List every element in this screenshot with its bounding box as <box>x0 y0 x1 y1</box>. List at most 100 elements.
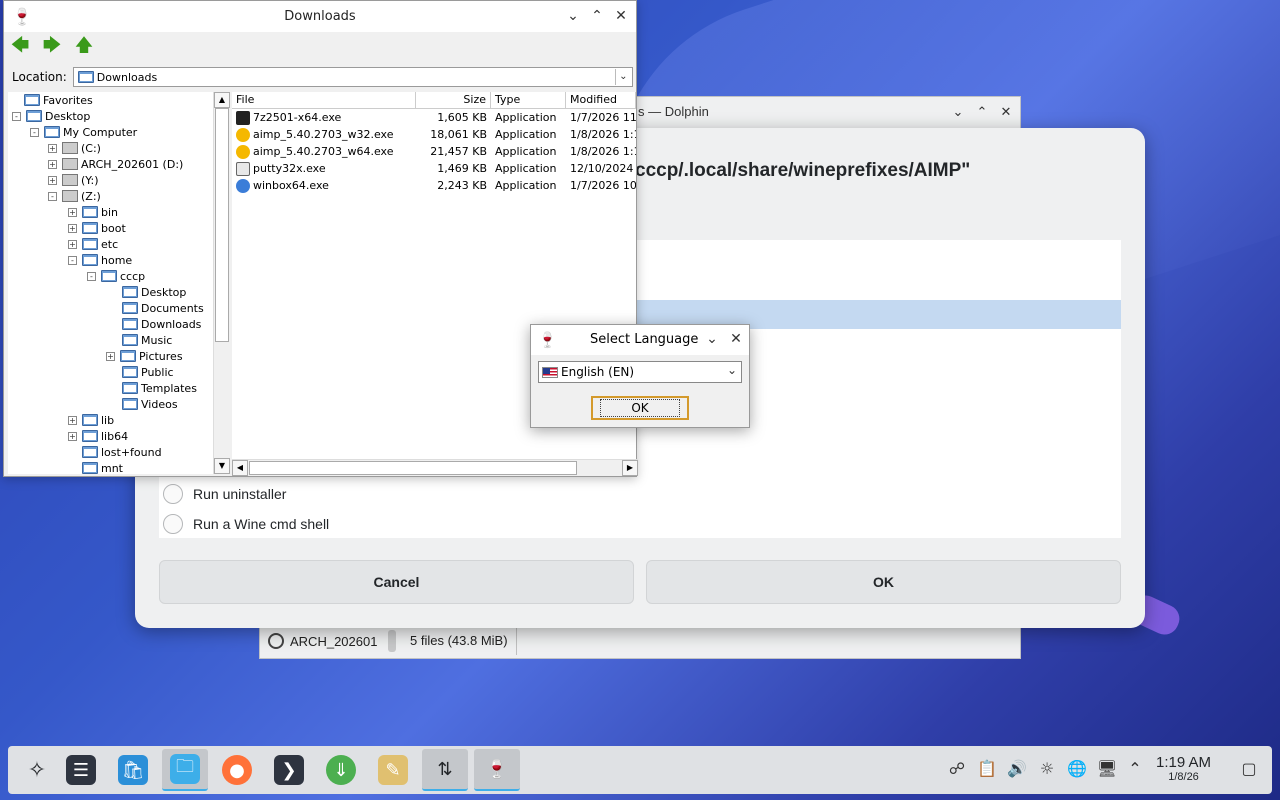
language-titlebar[interactable]: 🍷 Select Language ⌄ ✕ <box>531 325 749 355</box>
taskbar-wine[interactable]: 🍷 <box>474 749 520 791</box>
taskbar-winetricks[interactable]: ⇅ <box>422 749 468 791</box>
minimize-icon[interactable]: ⌄ <box>952 104 964 120</box>
kdeconnect-icon[interactable]: ☍ <box>946 759 968 778</box>
file-name-cell[interactable]: putty32x.exe <box>232 161 416 176</box>
file-row[interactable]: putty32x.exe 1,469 KB Application 12/10/202… <box>232 160 636 177</box>
tree-item[interactable]: + bin <box>68 204 118 220</box>
expand-icon[interactable]: + <box>48 143 57 153</box>
scroll-thumb[interactable] <box>249 461 577 475</box>
forward-arrow-icon[interactable]: 🡆 <box>42 33 62 63</box>
collapse-icon[interactable]: - <box>12 111 21 121</box>
display-icon[interactable]: 🖥 <box>1096 759 1118 778</box>
tree-item[interactable]: Favorites <box>24 92 93 108</box>
tree-item[interactable]: + etc <box>68 236 118 252</box>
splitter-handle[interactable] <box>388 630 396 652</box>
tree-item[interactable]: Templates <box>122 380 197 396</box>
minimize-icon[interactable]: ⌄ <box>705 331 719 347</box>
minimize-icon[interactable]: ⌄ <box>566 8 580 24</box>
tree-item[interactable]: Documents <box>122 300 204 316</box>
tree-item[interactable]: Downloads <box>122 316 201 332</box>
expand-icon[interactable]: + <box>68 239 77 249</box>
tree-item[interactable]: Music <box>122 332 172 348</box>
explorer-titlebar[interactable]: 🍷 Downloads ⌄ ⌃ ✕ <box>4 1 636 32</box>
tree-item[interactable]: - cccp <box>87 268 145 284</box>
show-desktop-icon[interactable]: ▢ <box>1238 759 1260 778</box>
close-icon[interactable]: ✕ <box>729 331 743 347</box>
app-launcher-button[interactable]: ✧ <box>14 749 60 791</box>
tree-item[interactable]: Public <box>122 364 174 380</box>
tree-item[interactable]: lost+found <box>82 444 162 460</box>
tree-item[interactable]: + ARCH_202601 (D:) <box>48 156 183 172</box>
brightness-icon[interactable]: ☼ <box>1036 759 1058 778</box>
taskbar-firefox[interactable]: ● <box>214 749 260 791</box>
column-file[interactable]: File <box>232 92 416 109</box>
file-name-cell[interactable]: winbox64.exe <box>232 178 416 193</box>
file-list-hscrollbar[interactable]: ◀ ▶ <box>232 459 638 476</box>
language-ok-button[interactable]: OK <box>591 396 689 420</box>
tree-scrollbar[interactable]: ▲ ▼ <box>213 92 230 474</box>
scroll-down-icon[interactable]: ▼ <box>214 458 230 474</box>
tree-item[interactable]: Videos <box>122 396 178 412</box>
taskbar-paint[interactable]: ✎ <box>370 749 416 791</box>
digital-clock[interactable]: 1:19 AM 1/8/26 <box>1156 754 1211 783</box>
back-arrow-icon[interactable]: 🡄 <box>10 33 30 63</box>
collapse-icon[interactable]: - <box>48 191 57 201</box>
scroll-up-icon[interactable]: ▲ <box>214 92 230 108</box>
file-name-cell[interactable]: aimp_5.40.2703_w32.exe <box>232 127 416 142</box>
tree-item[interactable]: - My Computer <box>30 124 137 140</box>
collapse-icon[interactable]: - <box>30 127 39 137</box>
scroll-left-icon[interactable]: ◀ <box>232 460 248 476</box>
taskbar-dolphin[interactable]: 🗀 <box>162 749 208 791</box>
up-arrow-icon[interactable]: 🡅 <box>74 33 94 63</box>
tree-item[interactable]: + lib64 <box>68 428 128 444</box>
taskbar-downloader[interactable]: ⇓ <box>318 749 364 791</box>
ok-button[interactable]: OK <box>646 560 1121 604</box>
file-row[interactable]: 7z2501-x64.exe 1,605 KB Application 1/7/202… <box>232 109 636 126</box>
location-combo[interactable]: Downloads ⌄ <box>72 67 633 87</box>
scroll-thumb[interactable] <box>215 108 229 342</box>
column-size[interactable]: Size <box>416 92 491 109</box>
maximize-icon[interactable]: ⌃ <box>590 8 604 24</box>
status-place[interactable]: ARCH_202601 <box>260 633 382 649</box>
radio-button[interactable] <box>163 514 183 534</box>
tree-item[interactable]: - (Z:) <box>48 188 101 204</box>
tree-item[interactable]: + (C:) <box>48 140 101 156</box>
taskbar-konsole[interactable]: ❯ <box>266 749 312 791</box>
file-name-cell[interactable]: 7z2501-x64.exe <box>232 110 416 125</box>
option-run-uninstaller[interactable]: Run uninstaller <box>163 484 286 504</box>
maximize-icon[interactable]: ⌃ <box>976 104 988 120</box>
clipboard-icon[interactable]: 📋 <box>976 759 998 778</box>
tree-item[interactable]: Desktop <box>122 284 186 300</box>
collapse-icon[interactable]: - <box>68 255 77 265</box>
cancel-button[interactable]: Cancel <box>159 560 634 604</box>
expand-icon[interactable]: + <box>48 175 57 185</box>
file-name-cell[interactable]: aimp_5.40.2703_w64.exe <box>232 144 416 159</box>
network-globe-icon[interactable]: 🌐 <box>1066 759 1088 778</box>
taskbar-system-settings[interactable]: ☰ <box>58 749 104 791</box>
file-row[interactable]: aimp_5.40.2703_w32.exe 18,061 KB Applicati… <box>232 126 636 143</box>
tree-item[interactable]: + lib <box>68 412 114 428</box>
tree-item[interactable]: mnt <box>82 460 123 474</box>
expand-icon[interactable]: + <box>48 159 57 169</box>
chevron-up-icon[interactable]: ⌃ <box>1124 759 1146 778</box>
scroll-right-icon[interactable]: ▶ <box>622 460 638 476</box>
language-select[interactable]: English (EN) ⌄ <box>538 361 742 383</box>
chevron-down-icon[interactable]: ⌄ <box>727 363 737 377</box>
taskbar-discover[interactable]: 🛍 <box>110 749 156 791</box>
volume-icon[interactable]: 🔊 <box>1006 759 1028 778</box>
collapse-icon[interactable]: - <box>87 271 96 281</box>
tree-item[interactable]: + Pictures <box>106 348 183 364</box>
close-icon[interactable]: ✕ <box>614 8 628 24</box>
tree-item[interactable]: + boot <box>68 220 126 236</box>
tree-item[interactable]: - Desktop <box>12 108 90 124</box>
chevron-down-icon[interactable]: ⌄ <box>614 69 631 85</box>
expand-icon[interactable]: + <box>68 415 77 425</box>
option-wine-cmd-shell[interactable]: Run a Wine cmd shell <box>163 514 329 534</box>
file-row[interactable]: winbox64.exe 2,243 KB Application 1/7/2026 … <box>232 177 636 194</box>
column-type[interactable]: Type <box>491 92 566 109</box>
close-icon[interactable]: ✕ <box>1000 104 1012 120</box>
tree-item[interactable]: - home <box>68 252 132 268</box>
expand-icon[interactable]: + <box>68 207 77 217</box>
column-modified[interactable]: Modified <box>566 92 636 109</box>
radio-button[interactable] <box>163 484 183 504</box>
